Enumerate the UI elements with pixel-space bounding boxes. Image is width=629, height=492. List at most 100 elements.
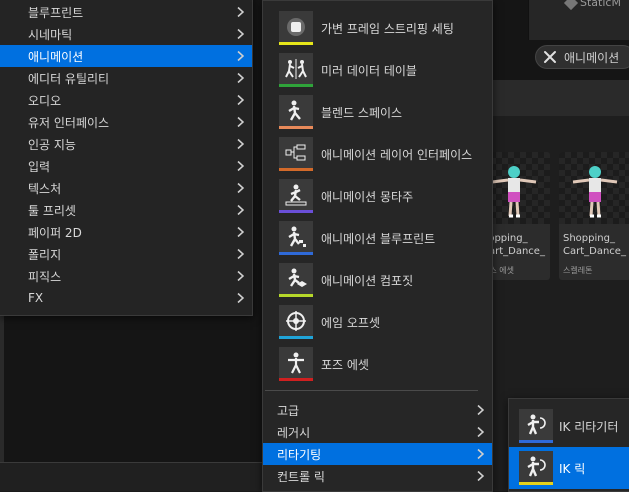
anim-blueprint-icon [279, 221, 313, 255]
category-menu: 블루프린트시네마틱애니메이션에디터 유틸리티오디오유저 인터페이스인공 지능입력… [0, 0, 253, 316]
chevron-right-icon [477, 404, 484, 416]
category-menu-item[interactable]: 오디오 [0, 89, 252, 111]
asset-type-label: 미러 데이터 테이블 [321, 63, 417, 78]
character-thumbnail-icon [572, 166, 618, 218]
category-menu-item[interactable]: 유저 인터페이스 [0, 111, 252, 133]
category-menu-item-label: 유저 인터페이스 [28, 115, 110, 130]
chevron-right-icon [237, 94, 244, 106]
pose-asset-icon [279, 347, 313, 381]
category-menu-item-label: 오디오 [28, 93, 62, 108]
category-menu-item[interactable]: 페이퍼 2D [0, 221, 252, 243]
frame-stripping-icon [279, 11, 313, 45]
category-menu-item-label: 피직스 [28, 269, 62, 284]
mirror-table-icon [279, 53, 313, 87]
ik-retargeter-icon [519, 409, 553, 443]
submenu-item-label: 고급 [277, 403, 300, 418]
filter-chip[interactable]: 애니메이션 [535, 45, 629, 69]
submenu-item-label: 레거시 [277, 425, 311, 440]
asset-type-label: 가변 프레임 스트리핑 세팅 [321, 21, 454, 36]
chevron-right-icon [237, 292, 244, 304]
chevron-right-icon [237, 204, 244, 216]
submenu-item-label: 리타기팅 [277, 447, 322, 462]
asset-card-type: 스켈레톤 [563, 266, 593, 275]
submenu-item[interactable]: 레거시 [263, 421, 492, 443]
category-menu-item[interactable]: 입력 [0, 155, 252, 177]
category-menu-item[interactable]: 텍스처 [0, 177, 252, 199]
submenu-item-label: 컨트롤 릭 [277, 469, 325, 484]
asset-type-label: 포즈 에셋 [321, 357, 369, 372]
blend-space-icon [279, 95, 313, 129]
category-menu-item-label: 인공 지능 [28, 137, 76, 152]
asset-type-menu-item[interactable]: 가변 프레임 스트리핑 세팅 [263, 7, 492, 49]
asset-card[interactable]: Shopping_ Cart_Dance_ 스켈레톤 [559, 152, 629, 280]
asset-type-menu-item[interactable]: 애니메이션 레이어 인터페이스 [263, 133, 492, 175]
category-menu-item-label: FX [28, 291, 44, 305]
category-menu-item-label: 애니메이션 [28, 49, 84, 64]
asset-card-title: Shopping_ Cart_Dance_ [563, 233, 626, 257]
category-menu-item[interactable]: FX [0, 287, 252, 309]
category-menu-item[interactable]: 피직스 [0, 265, 252, 287]
category-menu-item[interactable]: 인공 지능 [0, 133, 252, 155]
chevron-right-icon [237, 28, 244, 40]
chevron-right-icon [237, 160, 244, 172]
composite-icon [279, 263, 313, 297]
static-mesh-label: StaticM [563, 0, 621, 10]
chevron-right-icon [237, 138, 244, 150]
category-menu-item-label: 폴리지 [28, 247, 62, 262]
chevron-right-icon [237, 248, 244, 260]
ik-rig-icon [519, 451, 553, 485]
static-mesh-text: StaticM [580, 0, 621, 9]
chevron-right-icon [237, 116, 244, 128]
layer-interface-icon [279, 137, 313, 171]
category-menu-item-label: 에디터 유틸리티 [28, 71, 110, 86]
asset-type-menu-item[interactable]: 애니메이션 블루프린트 [263, 217, 492, 259]
category-menu-item[interactable]: 블루프린트 [0, 1, 252, 23]
filter-chip-label: 애니메이션 [564, 50, 620, 65]
retargeting-submenu: IK 리타기터 IK 릭 [508, 398, 629, 492]
asset-type-menu-item[interactable]: 애니메이션 몽타주 [263, 175, 492, 217]
chevron-right-icon [477, 426, 484, 438]
retargeting-menu-item-label: IK 릭 [559, 461, 586, 476]
category-menu-item[interactable]: 폴리지 [0, 243, 252, 265]
menu-separator [265, 390, 478, 391]
asset-type-menu-item[interactable]: 미러 데이터 테이블 [263, 49, 492, 91]
retargeting-menu-item-label: IK 리타기터 [559, 419, 619, 434]
chevron-right-icon [237, 6, 244, 18]
retargeting-menu-item[interactable]: IK 리타기터 [509, 405, 629, 447]
asset-type-label: 애니메이션 몽타주 [321, 189, 414, 204]
category-menu-item[interactable]: 툴 프리셋 [0, 199, 252, 221]
asset-type-label: 애니메이션 블루프린트 [321, 231, 436, 246]
asset-type-label: 애니메이션 컴포짓 [321, 273, 414, 288]
category-menu-item-label: 시네마틱 [28, 27, 73, 42]
asset-type-menu-item[interactable]: 포즈 에셋 [263, 343, 492, 385]
asset-type-menu-item[interactable]: 블렌드 스페이스 [263, 91, 492, 133]
chevron-right-icon [477, 448, 484, 460]
asset-type-label: 블렌드 스페이스 [321, 105, 403, 120]
retargeting-menu-item[interactable]: IK 릭 [509, 447, 629, 489]
category-menu-item-label: 페이퍼 2D [28, 225, 82, 240]
category-menu-item[interactable]: 시네마틱 [0, 23, 252, 45]
static-mesh-icon [563, 0, 579, 10]
chevron-right-icon [237, 226, 244, 238]
right-panel-header [490, 80, 629, 116]
category-menu-item[interactable]: 애니메이션 [0, 45, 252, 67]
chevron-right-icon [477, 470, 484, 482]
category-menu-item-label: 입력 [28, 159, 51, 174]
submenu-item[interactable]: 리타기팅 [263, 443, 492, 465]
chevron-right-icon [237, 50, 244, 62]
chevron-right-icon [237, 182, 244, 194]
category-menu-item-label: 텍스처 [28, 181, 62, 196]
category-menu-item[interactable]: 에디터 유틸리티 [0, 67, 252, 89]
aim-offset-icon [279, 305, 313, 339]
chevron-right-icon [237, 270, 244, 282]
submenu-item[interactable]: 컨트롤 릭 [263, 465, 492, 487]
close-icon[interactable] [542, 49, 558, 65]
asset-type-label: 애니메이션 레이어 인터페이스 [321, 147, 473, 162]
category-menu-item-label: 블루프린트 [28, 5, 84, 20]
asset-type-menu-item[interactable]: 에임 오프셋 [263, 301, 492, 343]
asset-type-menu-item[interactable]: 애니메이션 컴포짓 [263, 259, 492, 301]
asset-type-label: 에임 오프셋 [321, 315, 381, 330]
asset-thumbnail [559, 152, 629, 224]
submenu-item[interactable]: 고급 [263, 399, 492, 421]
chevron-right-icon [237, 72, 244, 84]
